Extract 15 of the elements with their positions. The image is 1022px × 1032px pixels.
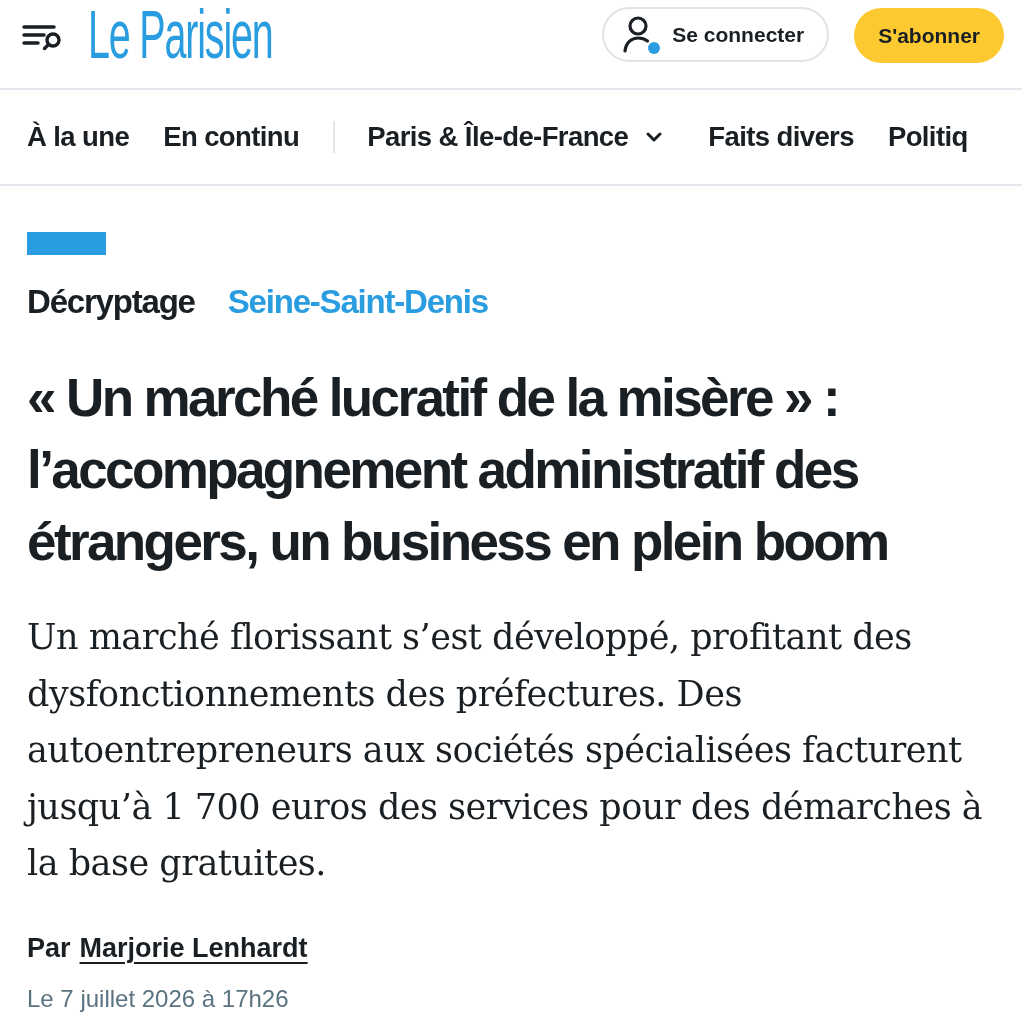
nav-link[interactable]: À la une [27,121,130,153]
article-title: « Un marché lucratif de la misère » : l’accompagnement administratif des étrangers, un business en plein boom [27,367,889,573]
chevron-down-icon [646,132,663,142]
nav-link[interactable]: Politiq [887,121,968,153]
user-icon [622,14,663,55]
nav-link[interactable]: En continu [163,121,300,153]
byline-prefix: Par [27,931,71,964]
menu-search-icon[interactable] [22,24,62,51]
nav-dropdown[interactable]: Paris & Île-de-France [367,121,663,153]
login-button[interactable]: Se connecter [602,7,830,62]
nav-link[interactable]: Faits divers [708,121,854,153]
author-link[interactable]: Marjorie Lenhardt [79,931,308,964]
article-label: Décryptage [27,284,195,320]
subscribe-button[interactable]: S'abonner [854,8,1004,63]
publish-date: Le 7 juillet 2026 à 17h26 [27,984,289,1013]
